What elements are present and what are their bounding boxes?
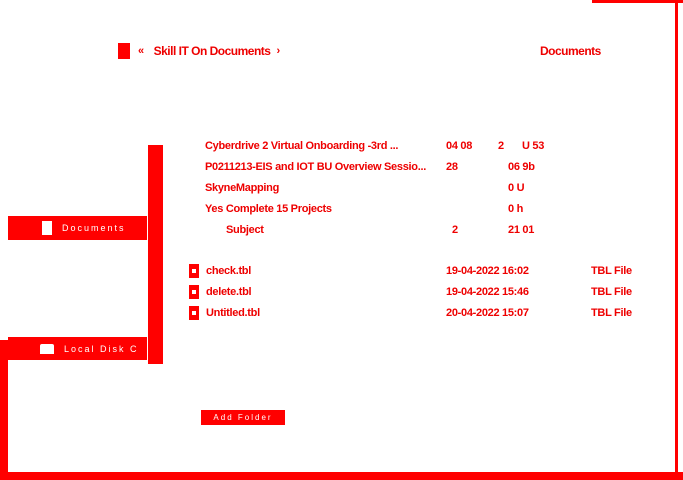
file-row[interactable]: check.tbl 19-04-2022 16:02 TBL File <box>0 263 683 281</box>
sidebar-local-marker <box>0 340 8 360</box>
folder-size: 0 U <box>508 182 525 194</box>
tbl-file-icon <box>189 306 199 320</box>
folder-date: 2 <box>452 224 458 236</box>
file-name: delete.tbl <box>206 286 252 298</box>
folder-name: Yes Complete 15 Projects <box>205 203 332 215</box>
folder-row[interactable]: P0211213-EIS and IOT BU Overview Sessio.… <box>0 159 683 177</box>
tbl-file-icon <box>189 285 199 299</box>
window-frame-bottom <box>0 472 683 480</box>
tbl-file-icon <box>189 264 199 278</box>
file-type: TBL File <box>591 307 632 319</box>
file-row[interactable]: delete.tbl 19-04-2022 15:46 TBL File <box>0 284 683 302</box>
forward-arrow-icon[interactable]: › <box>276 45 280 57</box>
folder-name: Subject <box>226 224 264 236</box>
folder-size: 06 9b <box>508 161 535 173</box>
folder-row[interactable]: Yes Complete 15 Projects 0 h <box>0 201 683 219</box>
folder-row[interactable]: Subject 2 21 01 <box>0 222 683 240</box>
breadcrumb: « Skill IT On Documents › <box>118 42 284 60</box>
window-frame-top <box>592 0 683 3</box>
add-folder-button[interactable]: Add Folder <box>201 410 285 425</box>
window-frame-left <box>0 355 8 480</box>
sidebar-divider[interactable] <box>148 145 163 364</box>
folder-size: U 53 <box>522 140 545 152</box>
folder-date: 28 <box>446 161 458 173</box>
sidebar-item-label: Local Disk C <box>64 343 139 354</box>
back-arrow-icon[interactable]: « <box>138 45 144 57</box>
folder-name: SkyneMapping <box>205 182 280 194</box>
folder-name: P0211213-EIS and IOT BU Overview Sessio.… <box>205 161 426 173</box>
file-date: 20-04-2022 15:07 <box>446 307 529 319</box>
folder-size: 0 h <box>508 203 523 215</box>
file-type: TBL File <box>591 265 632 277</box>
folder-row[interactable]: Cyberdrive 2 Virtual Onboarding -3rd ...… <box>0 138 683 156</box>
file-date: 19-04-2022 15:46 <box>446 286 529 298</box>
breadcrumb-path[interactable]: Skill IT On Documents <box>154 44 271 58</box>
sidebar-item-local-disk[interactable]: Local Disk C <box>8 337 147 360</box>
folder-type: 2 <box>498 140 504 152</box>
window-frame-right <box>675 0 678 480</box>
folder-date: 04 08 <box>446 140 473 152</box>
file-row[interactable]: Untitled.tbl 20-04-2022 15:07 TBL File <box>0 305 683 323</box>
file-type: TBL File <box>591 286 632 298</box>
folder-icon <box>118 43 130 59</box>
current-folder-title: Documents <box>540 44 601 58</box>
drive-icon <box>40 343 54 354</box>
folder-size: 21 01 <box>508 224 535 236</box>
file-name: Untitled.tbl <box>206 307 260 319</box>
file-name: check.tbl <box>206 265 251 277</box>
folder-row[interactable]: SkyneMapping 0 U <box>0 180 683 198</box>
file-date: 19-04-2022 16:02 <box>446 265 529 277</box>
folder-name: Cyberdrive 2 Virtual Onboarding -3rd ... <box>205 140 399 152</box>
